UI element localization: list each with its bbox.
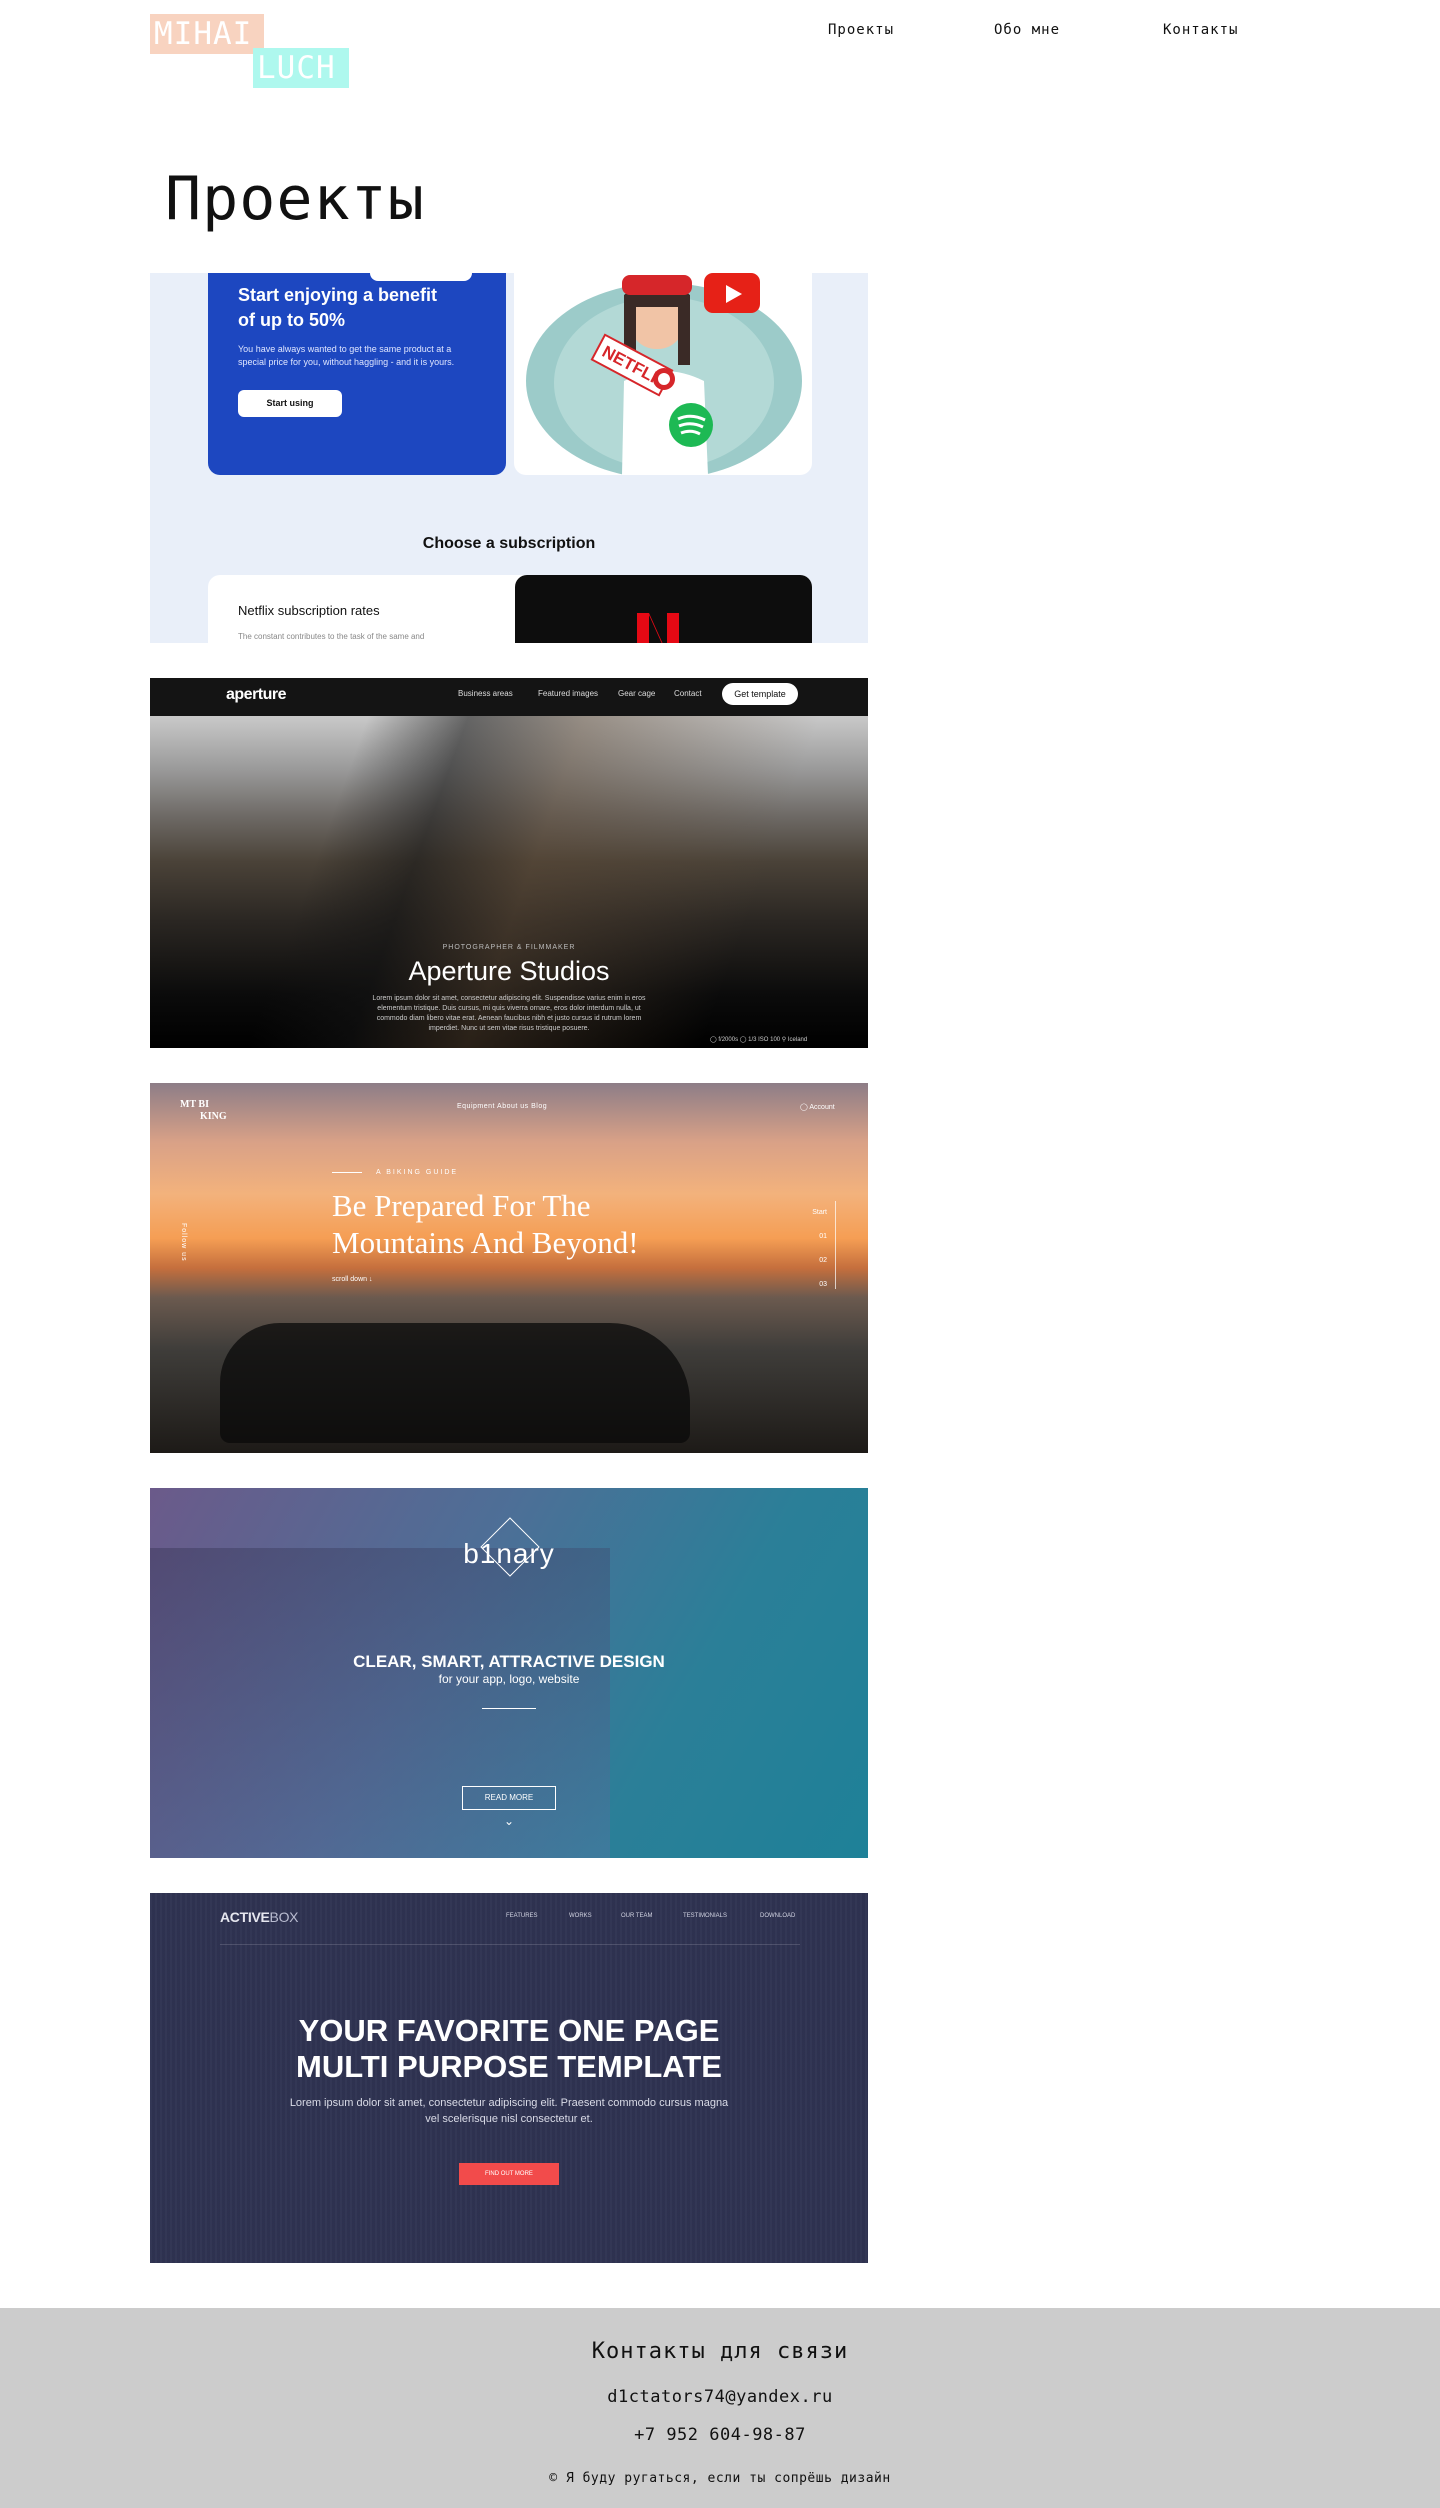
activebox-brand: ACTIVEBOX — [220, 1909, 299, 1925]
promo-headline: Start enjoying a benefit of up to 50% — [238, 283, 476, 333]
biking-headline-line-2: Mountains And Beyond! — [332, 1225, 639, 1260]
aperture-navbar: aperture Business areas Featured images … — [150, 678, 868, 716]
illustration-panel: NETFLI — [514, 273, 812, 479]
aperture-nav-item: Gear cage — [618, 689, 656, 698]
activebox-nav-item: FEATURES — [506, 1913, 538, 1919]
activebox-headline-line-2: MULTI PURPOSE TEMPLATE — [296, 2049, 722, 2084]
biking-kicker: A BIKING GUIDE — [332, 1169, 458, 1176]
rates-title: Netflix subscription rates — [238, 603, 380, 618]
footer-phone[interactable]: +7 952 604-98-87 — [0, 2425, 1440, 2445]
chevron-down-icon: ⌄ — [503, 1814, 515, 1828]
biking-account: ◯ Account — [800, 1104, 835, 1111]
rates-text: The constant contributes to the task of … — [238, 632, 425, 641]
activebox-brand-light: BOX — [269, 1909, 299, 1925]
netflix-logo-panel — [515, 575, 812, 643]
logo-word-bottom: LUCH — [253, 48, 349, 88]
binary-brand: b1nary — [463, 1538, 555, 1569]
laptop-backdrop — [150, 1548, 610, 1858]
promo-headline-line-1: Start enjoying a benefit — [238, 285, 438, 305]
activebox-headline-line-1: YOUR FAVORITE ONE PAGE — [298, 2013, 720, 2048]
biking-brand-line-1: MT BI — [180, 1099, 209, 1110]
aperture-nav-item: Contact — [674, 689, 702, 698]
binary-claim: CLEAR, SMART, ATTRACTIVE DESIGN — [353, 1652, 665, 1671]
slide-label: 02 — [819, 1257, 827, 1264]
rates-box: Netflix subscription rates The constant … — [208, 575, 538, 643]
biking-scroll-hint: scroll down ↓ — [332, 1276, 373, 1283]
biking-slide-nav: Start 01 02 03 — [806, 1201, 836, 1289]
aperture-nav-item: Business areas — [458, 689, 513, 698]
aperture-brand: aperture — [226, 686, 287, 703]
nav-link-projects[interactable]: Проекты — [828, 22, 894, 38]
slide-label: Start — [812, 1209, 827, 1216]
footer-email[interactable]: d1ctators74@yandex.ru — [0, 2387, 1440, 2407]
aperture-kicker: PHOTOGRAPHER & FILMMAKER — [442, 944, 576, 951]
biking-nav: Equipment About us Blog — [457, 1103, 548, 1110]
start-using-button: Start using — [238, 390, 342, 417]
biking-follow: Follow us — [180, 1223, 187, 1262]
promo-headline-line-2: of up to 50% — [238, 310, 345, 330]
read-more-button: READ MORE — [462, 1786, 556, 1810]
character-illustration: NETFLI — [526, 273, 802, 479]
slide-label: 01 — [819, 1233, 827, 1240]
activebox-text-line-1: Lorem ipsum dolor sit amet, consectetur … — [289, 2097, 729, 2109]
activebox-headline: YOUR FAVORITE ONE PAGE MULTI PURPOSE TEM… — [150, 2013, 868, 2085]
aperture-stats: ◯ f/2000s ◯ 1/3 ISO 100 ⚲ Iceland — [710, 1037, 808, 1043]
activebox-nav-item: WORKS — [569, 1913, 592, 1919]
project-card-activebox[interactable]: ACTIVEBOX FEATURES WORKS OUR TEAM TESTIM… — [150, 1893, 868, 2263]
aperture-text: Lorem ipsum dolor sit amet, consectetur … — [372, 995, 646, 1032]
find-out-more-button: FIND OUT MORE — [459, 2163, 559, 2185]
main-nav: Проекты Обо мне Контакты — [0, 22, 1440, 46]
promo-panel: Start enjoying a benefit of up to 50% Yo… — [208, 273, 506, 475]
footer-copyright: © Я буду ругаться, если ты сопрёшь дизай… — [549, 2471, 891, 2486]
activebox-brand-bold: ACTIVE — [220, 1909, 270, 1925]
aperture-nav-item: Featured images — [538, 689, 599, 698]
activebox-nav-item: OUR TEAM — [621, 1913, 653, 1919]
project-card-binary[interactable]: b1nary CLEAR, SMART, ATTRACTIVE DESIGN f… — [150, 1488, 868, 1858]
promo-description: You have always wanted to get the same p… — [238, 344, 455, 367]
page-title: Проекты — [165, 164, 425, 234]
biking-brand-line-2: KING — [200, 1111, 227, 1122]
biking-brand: MT BI KING — [180, 1099, 227, 1123]
slide-label: 03 — [819, 1281, 827, 1288]
activebox-nav-item: DOWNLOAD — [760, 1913, 796, 1919]
decor-tab — [370, 273, 472, 281]
project-card-aperture[interactable]: aperture Business areas Featured images … — [150, 678, 868, 1048]
footer-title: Контакты для связи — [591, 2339, 849, 2364]
activebox-text-line-2: vel scelerisque nisl consectetur et. — [425, 2113, 593, 2125]
activebox-nav-item: TESTIMONIALS — [683, 1913, 728, 1919]
biking-headline-line-1: Be Prepared For The — [332, 1188, 591, 1223]
nav-link-contacts[interactable]: Контакты — [1163, 22, 1238, 38]
divider — [482, 1708, 536, 1709]
nav-link-about[interactable]: Обо мне — [994, 22, 1060, 38]
activebox-text: Lorem ipsum dolor sit amet, consectetur … — [150, 2095, 868, 2127]
biking-headline: Be Prepared For The Mountains And Beyond… — [332, 1187, 639, 1261]
binary-subclaim: for your app, logo, website — [438, 1672, 580, 1686]
get-template-button: Get template — [722, 683, 798, 705]
divider — [220, 1944, 800, 1945]
aperture-title: Aperture Studios — [408, 956, 610, 986]
project-card-subscription[interactable]: Start enjoying a benefit of up to 50% Yo… — [150, 273, 868, 643]
bike-silhouette — [220, 1323, 690, 1443]
netflix-logo-icon — [637, 613, 679, 643]
section-title: Choose a subscription — [422, 535, 596, 552]
footer: Контакты для связи d1ctators74@yandex.ru… — [0, 2308, 1440, 2508]
project-card-biking[interactable]: MT BI KING Equipment About us Blog ◯ Acc… — [150, 1083, 868, 1453]
